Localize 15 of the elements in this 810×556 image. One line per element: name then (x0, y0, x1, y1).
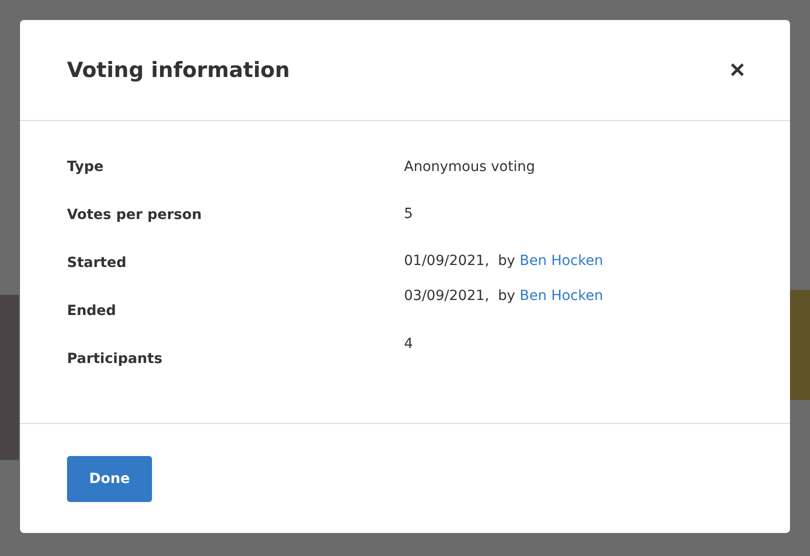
user-link[interactable]: Ben Hocken (520, 253, 604, 269)
field-value: Anonymous voting (404, 158, 536, 177)
user-link[interactable]: Ben Hocken (520, 288, 604, 304)
done-button[interactable]: Done (67, 456, 152, 502)
field-value: 03/09/2021, by Ben Hocken (404, 287, 604, 306)
dialog-title: Voting information (67, 58, 290, 82)
field-label: Ended (67, 302, 118, 321)
field-label: Type (67, 158, 105, 177)
field-value: 5 (404, 205, 414, 224)
field-value: 4 (404, 335, 414, 354)
field-value: 01/09/2021, by Ben Hocken (404, 252, 604, 271)
field-label: Votes per person (67, 206, 203, 225)
field-label: Participants (67, 350, 164, 369)
field-label: Started (67, 254, 128, 273)
close-button[interactable]: ✕ (729, 58, 746, 82)
